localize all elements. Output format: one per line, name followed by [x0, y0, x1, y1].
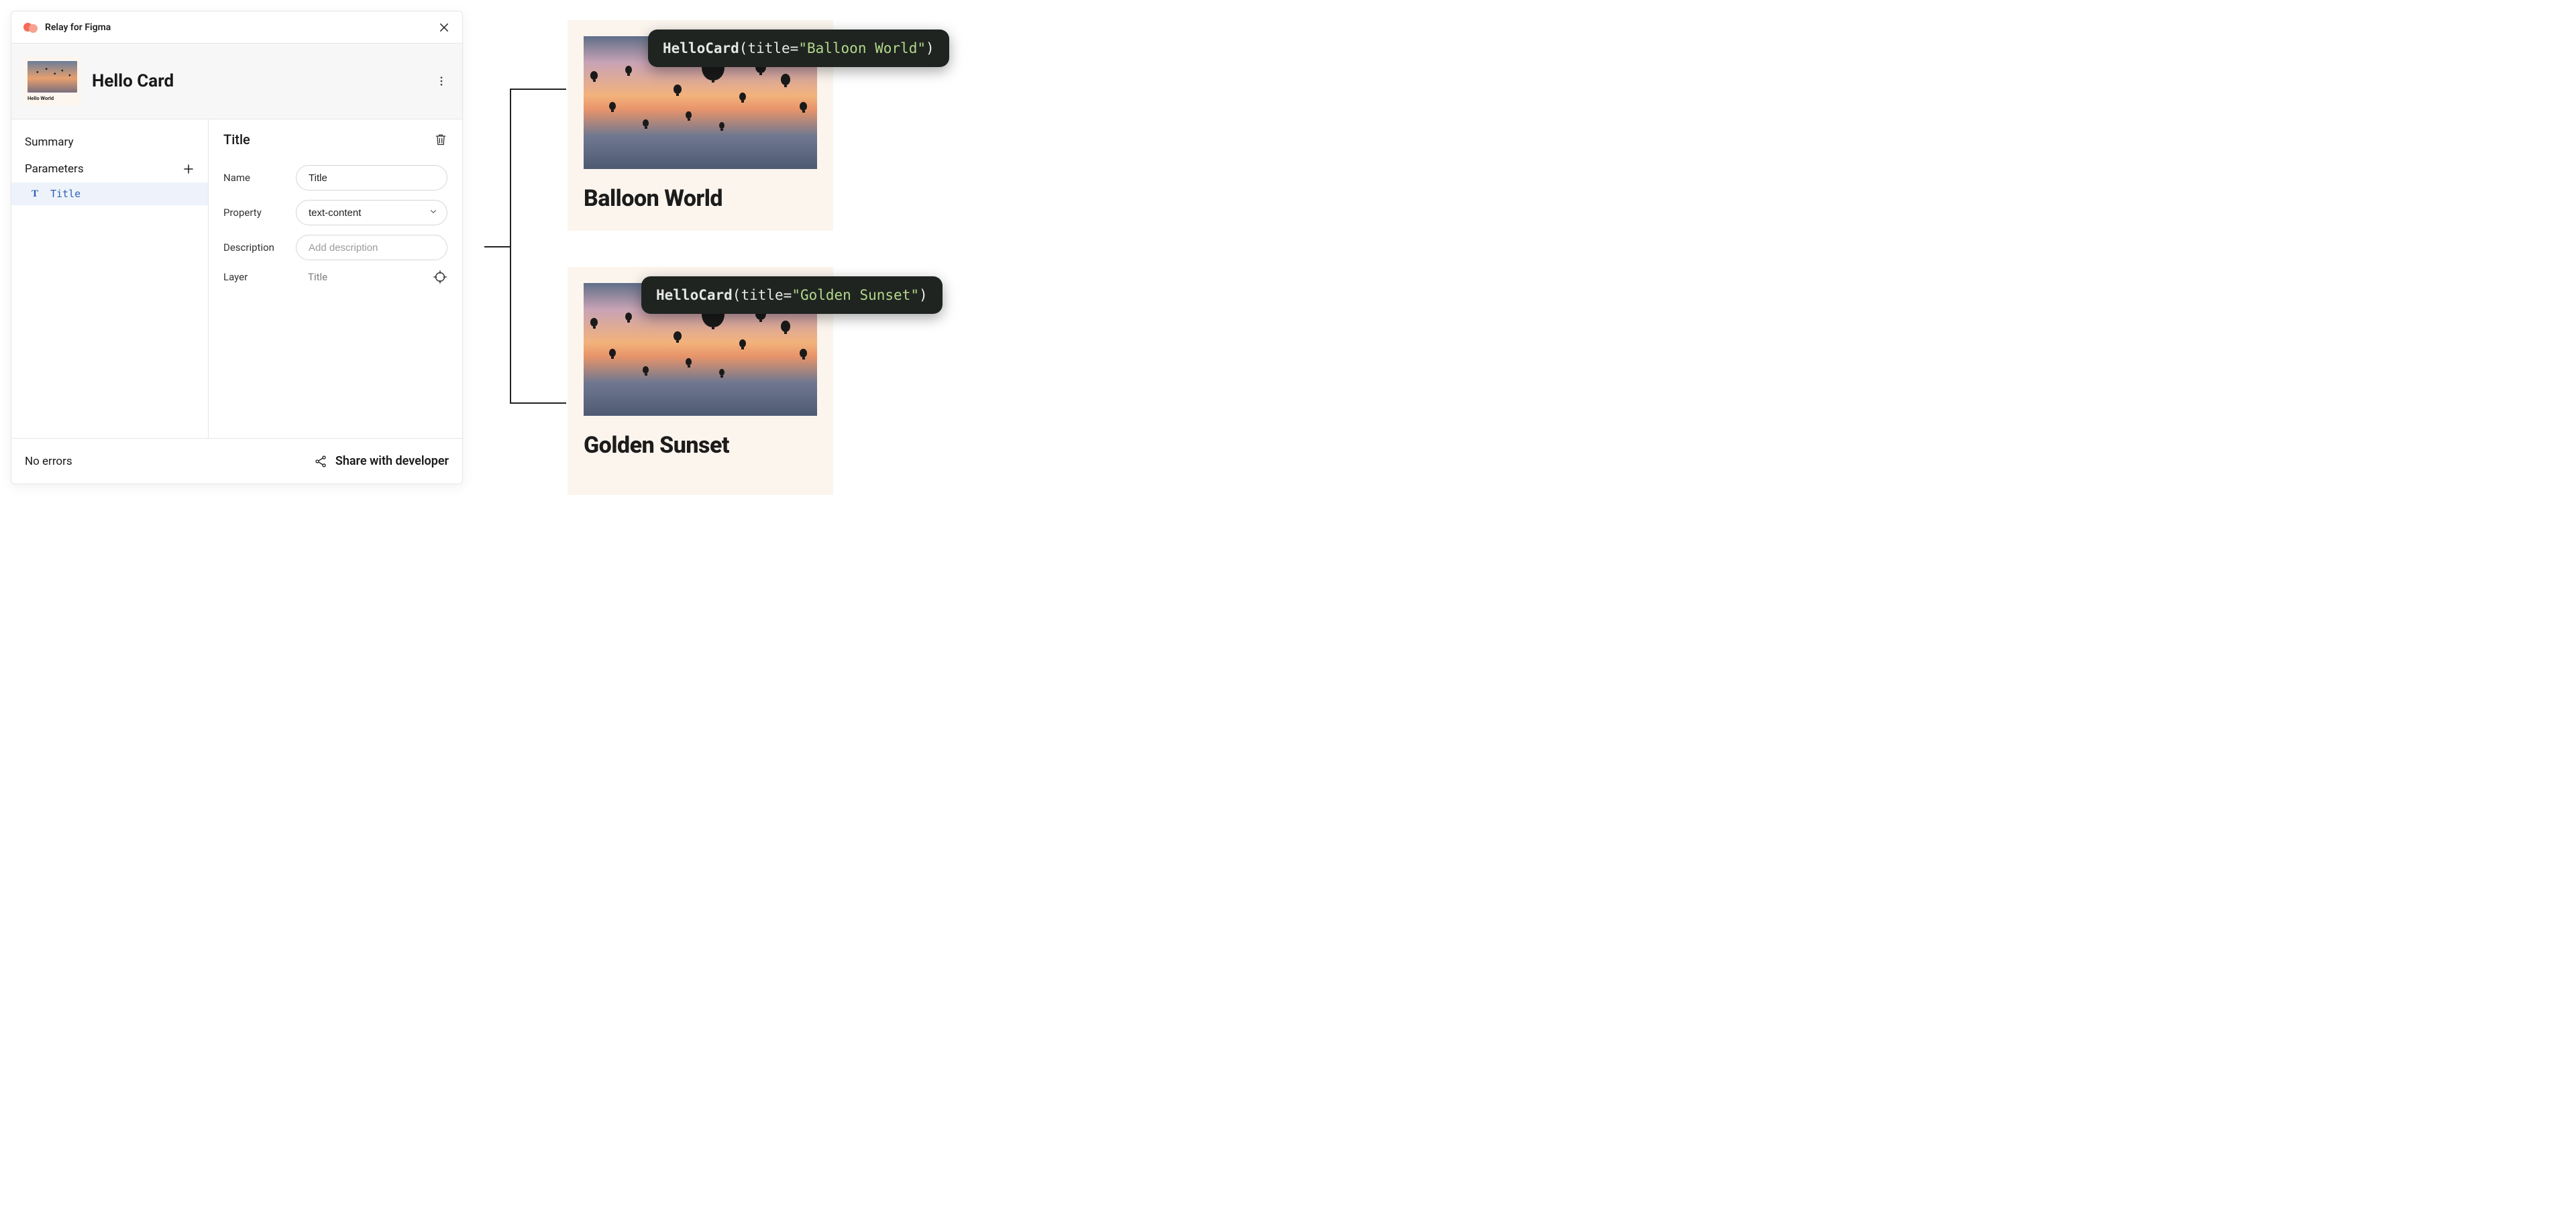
parameter-detail: Title Name Property: [209, 119, 462, 438]
field-layer-row: Layer Title: [223, 270, 447, 284]
description-input[interactable]: [296, 235, 447, 260]
layer-label: Layer: [223, 271, 284, 283]
code-fn: HelloCard: [656, 287, 733, 303]
sidebar-parameters-label: Parameters: [25, 162, 84, 176]
text-type-icon: T: [32, 188, 38, 200]
add-parameter-button[interactable]: [182, 163, 195, 175]
plus-icon: [182, 163, 195, 175]
code-arg: title: [741, 287, 783, 303]
error-status: No errors: [25, 455, 72, 468]
description-label: Description: [223, 241, 284, 254]
delete-parameter-button[interactable]: [434, 133, 447, 146]
sidebar-item-summary[interactable]: Summary: [11, 129, 208, 156]
sidebar-item-parameters[interactable]: Parameters: [11, 156, 208, 182]
close-icon: [438, 21, 450, 34]
field-description-row: Description: [223, 235, 447, 260]
component-menu-button[interactable]: [433, 72, 450, 90]
kebab-icon: [435, 75, 447, 87]
trash-icon: [434, 133, 447, 146]
code-fn: HelloCard: [663, 40, 739, 56]
code-val: "Balloon World": [798, 40, 926, 56]
card-title: Golden Sunset: [584, 432, 817, 459]
code-arg: title: [747, 40, 790, 56]
thumbnail-caption: Hello World: [28, 95, 77, 101]
detail-header: Title: [223, 131, 447, 148]
layer-value: Title: [296, 271, 421, 283]
card-title: Balloon World: [584, 185, 817, 212]
share-button-label: Share with developer: [335, 454, 449, 468]
parameter-item-label: Title: [50, 188, 80, 200]
component-name: Hello Card: [92, 71, 422, 91]
sidebar: Summary Parameters T Title: [11, 119, 209, 438]
detail-heading: Title: [223, 131, 250, 148]
code-val: "Golden Sunset": [792, 287, 919, 303]
locate-layer-button[interactable]: [433, 270, 447, 284]
field-name-row: Name: [223, 165, 447, 190]
panel-footer: No errors Share with developer: [11, 438, 462, 484]
property-select[interactable]: [296, 200, 447, 225]
panel-body: Summary Parameters T Title Title N: [11, 119, 462, 438]
code-annotation-2: HelloCard(title="Golden Sunset"): [641, 276, 943, 314]
relay-logo-icon: [23, 23, 38, 32]
code-annotation-1: HelloCard(title="Balloon World"): [648, 30, 949, 67]
name-label: Name: [223, 172, 284, 184]
connector-bracket: [510, 89, 566, 404]
property-label: Property: [223, 207, 284, 219]
name-input[interactable]: [296, 165, 447, 190]
sidebar-parameter-title[interactable]: T Title: [11, 182, 208, 205]
component-thumbnail: Hello World: [23, 57, 81, 105]
relay-plugin-panel: Relay for Figma Hello World Hello Card S…: [11, 11, 463, 484]
panel-header: Relay for Figma: [11, 11, 462, 44]
thumbnail-image: [28, 61, 77, 93]
share-with-developer-button[interactable]: Share with developer: [314, 454, 449, 468]
close-button[interactable]: [438, 21, 450, 34]
plugin-title: Relay for Figma: [45, 22, 111, 33]
crosshair-icon: [433, 270, 447, 284]
component-banner: Hello World Hello Card: [11, 44, 462, 119]
preview-area: Balloon World HelloCard(title="Balloon W…: [510, 20, 1020, 490]
sidebar-summary-label: Summary: [25, 135, 73, 149]
share-icon: [314, 455, 327, 468]
field-property-row: Property: [223, 200, 447, 225]
